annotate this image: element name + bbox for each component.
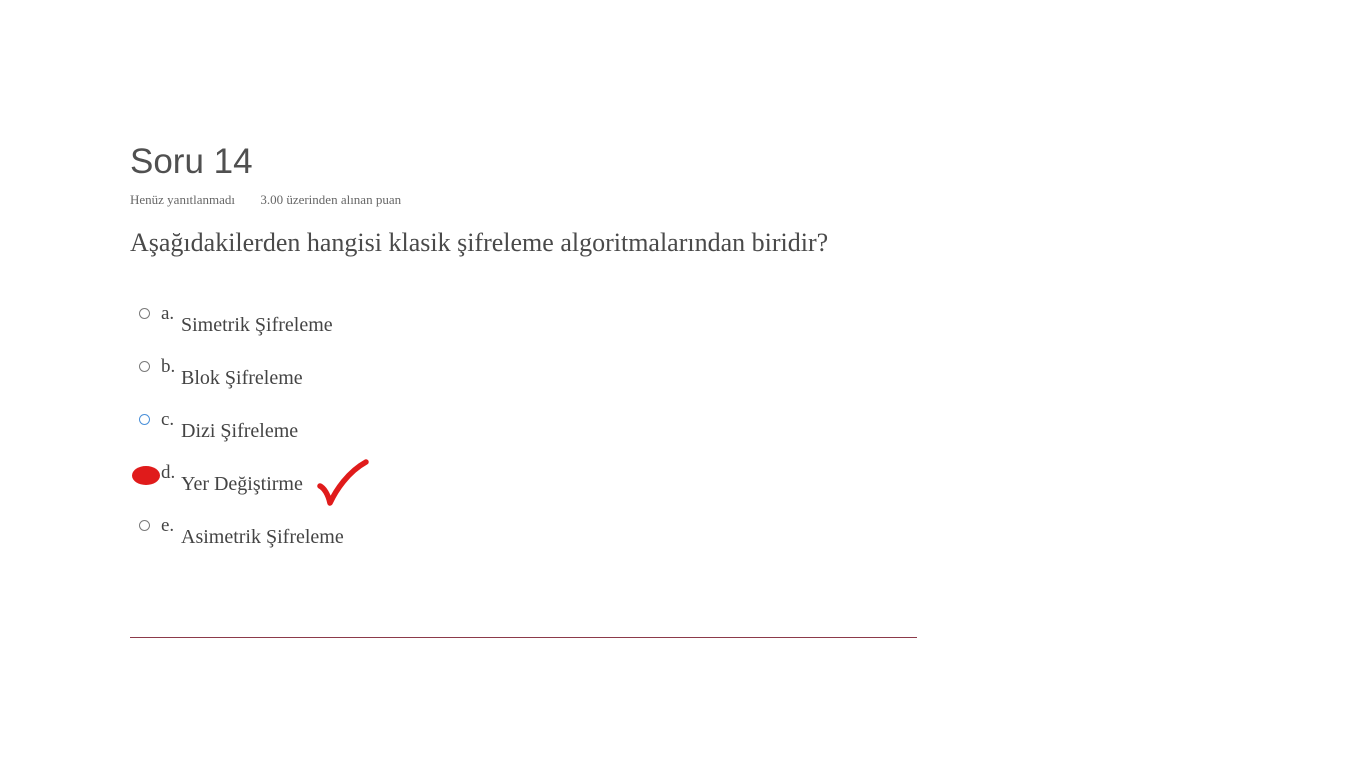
answer-label[interactable]: Dizi Şifreleme: [181, 420, 298, 443]
question-info: Henüz yanıtlanmadı 3.00 üzerinden alınan…: [130, 192, 401, 208]
answer-letter: c.: [161, 409, 175, 430]
radio-button-b[interactable]: [139, 361, 150, 372]
answer-letter: d.: [161, 462, 176, 483]
red-scribble-dot-icon: [132, 466, 160, 485]
question-status: Henüz yanıtlanmadı: [130, 192, 236, 207]
answer-option-c[interactable]: c. Dizi Şifreleme: [130, 406, 630, 459]
answer-option-e[interactable]: e. Asimetrik Şifreleme: [130, 512, 630, 565]
answer-letter: b.: [161, 356, 176, 377]
answer-letter: e.: [161, 515, 175, 536]
answer-label[interactable]: Yer Değiştirme: [181, 473, 303, 496]
answer-letter: a.: [161, 303, 175, 324]
answer-label[interactable]: Asimetrik Şifreleme: [181, 526, 344, 549]
radio-button-e[interactable]: [139, 520, 150, 531]
answer-label[interactable]: Simetrik Şifreleme: [181, 314, 333, 337]
answer-label[interactable]: Blok Şifreleme: [181, 367, 303, 390]
answer-option-d[interactable]: d. Yer Değiştirme: [130, 459, 630, 512]
question-text: Aşağıdakilerden hangisi klasik şifreleme…: [130, 228, 829, 257]
answer-list: a. Simetrik Şifreleme b. Blok Şifreleme …: [130, 300, 630, 565]
radio-button-c[interactable]: [139, 414, 150, 425]
radio-button-a[interactable]: [139, 308, 150, 319]
red-checkmark-icon: [317, 459, 369, 506]
section-divider: [130, 637, 917, 638]
answer-option-a[interactable]: a. Simetrik Şifreleme: [130, 300, 630, 353]
question-points: 3.00 üzerinden alınan puan: [260, 192, 402, 207]
answer-option-b[interactable]: b. Blok Şifreleme: [130, 353, 630, 406]
question-title: Soru 14: [130, 142, 253, 181]
